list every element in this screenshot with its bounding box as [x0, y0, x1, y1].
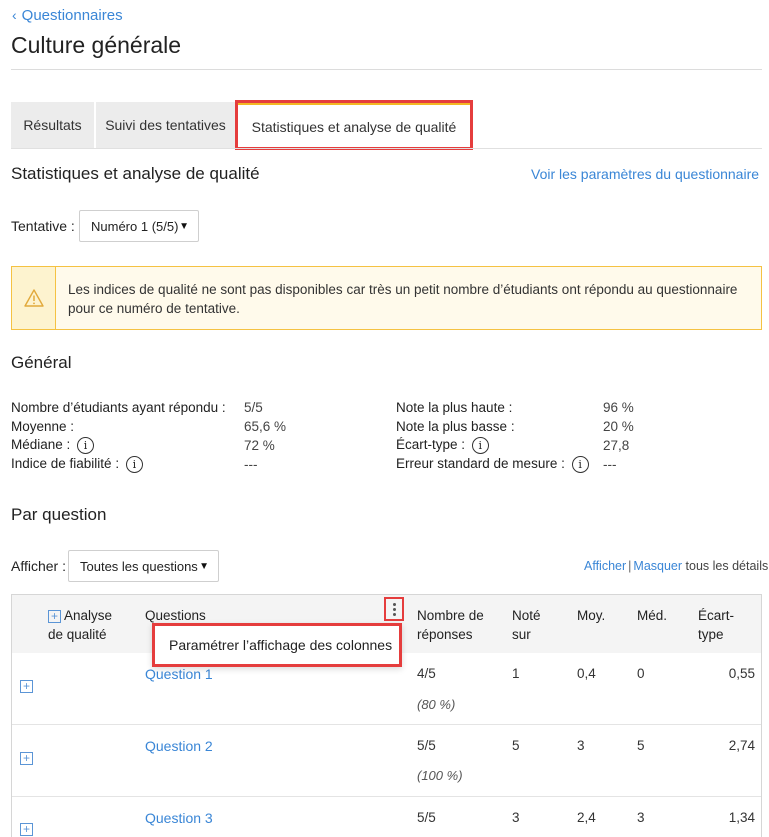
details-suffix: tous les détails [685, 559, 769, 573]
responses-cell: 5/5 [417, 810, 436, 825]
expand-all-icon[interactable]: + [48, 610, 61, 623]
col-scored-line1: Noté [512, 608, 541, 623]
info-icon[interactable]: i [125, 456, 143, 473]
details-toggle: Afficher | Masquer tous les détails [584, 559, 768, 573]
col-mean: Moy. [577, 608, 606, 623]
chevron-left-icon: ‹ [12, 7, 17, 23]
median-label: Médiane : [11, 437, 71, 453]
caret-down-icon: ▼ [179, 221, 189, 232]
show-all-details-link[interactable]: Afficher [584, 559, 626, 573]
sd-label: Écart-type : [396, 437, 466, 453]
stat-value-respondents: 5/5 [244, 400, 263, 415]
responses-pct: (100 %) [417, 768, 463, 783]
active-tab-highlight [235, 100, 473, 150]
sem-label: Erreur standard de mesure : [396, 456, 565, 472]
responses-pct: (80 %) [417, 697, 456, 712]
info-icon[interactable]: i [571, 456, 589, 473]
stat-label-sd: Écart-type : i [396, 437, 489, 454]
reliability-label: Indice de fiabilité : [11, 456, 120, 472]
mean-cell: 0,4 [577, 666, 596, 681]
median-cell: 0 [637, 666, 645, 681]
stat-label-respondents: Nombre d’étudiants ayant répondu : [11, 400, 226, 415]
col-scored-on: Noté sur [512, 606, 541, 644]
median-cell: 3 [637, 810, 645, 825]
stat-value-highest: 96 % [603, 400, 634, 415]
tab-results[interactable]: Résultats [11, 102, 94, 148]
expand-row-icon[interactable]: + [20, 823, 33, 836]
attempt-select[interactable]: Numéro 1 (5/5) ▼ [79, 210, 199, 242]
col-quality-line1: Analyse [64, 608, 113, 623]
stat-label-sem: Erreur standard de mesure : i [396, 456, 589, 473]
col-quality-analysis[interactable]: + Analyse de qualité [48, 606, 112, 644]
row-divider [12, 796, 761, 797]
mean-cell: 3 [577, 738, 585, 753]
configure-columns-menu-item[interactable]: Paramétrer l’affichage des colonnes [169, 637, 392, 653]
attempt-select-value: Numéro 1 (5/5) [91, 218, 179, 234]
attempt-label: Tentative : [11, 218, 75, 234]
back-to-questionnaires-link[interactable]: ‹ Questionnaires [12, 7, 123, 24]
col-responses-line2: réponses [417, 627, 473, 642]
warning-icon [23, 289, 44, 307]
stat-value-sd: 27,8 [603, 438, 630, 453]
header-divider [11, 69, 762, 70]
stat-label-lowest: Note la plus basse : [396, 419, 515, 434]
col-responses: Nombre de réponses [417, 606, 484, 644]
sd-cell: 0,55 [728, 666, 755, 681]
col-sd-line1: Écart- [698, 608, 735, 623]
show-filter-value: Toutes les questions [80, 558, 198, 574]
caret-down-icon: ▼ [199, 561, 209, 572]
col-sd-line2: type [698, 627, 724, 642]
details-separator: | [628, 559, 632, 573]
question-link[interactable]: Question 2 [145, 738, 213, 754]
page-title: Culture générale [11, 32, 182, 58]
stat-label-highest: Note la plus haute : [396, 400, 513, 415]
stat-label-mean: Moyenne : [11, 419, 75, 434]
stat-value-mean: 65,6 % [244, 419, 287, 434]
stat-label-reliability: Indice de fiabilité : i [11, 456, 143, 473]
stat-value-sem: --- [603, 457, 617, 472]
info-icon[interactable]: i [471, 437, 489, 454]
stat-label-median: Médiane : i [11, 437, 95, 454]
col-std-dev: Écart- type [698, 606, 734, 644]
mean-cell: 2,4 [577, 810, 596, 825]
alert-text: Les indices de qualité ne sont pas dispo… [68, 282, 738, 316]
tabs-divider [11, 148, 762, 149]
sd-cell: 2,74 [728, 738, 755, 753]
expand-row-icon[interactable]: + [20, 752, 33, 765]
col-responses-line1: Nombre de [417, 608, 484, 623]
per-question-title: Par question [11, 505, 107, 524]
col-median: Méd. [637, 608, 668, 623]
general-title: Général [11, 353, 72, 372]
stat-value-reliability: --- [244, 457, 258, 472]
view-settings-link[interactable]: Voir les paramètres du questionnaire [531, 166, 759, 182]
responses-cell: 5/5 [417, 738, 436, 753]
expand-row-icon[interactable]: + [20, 680, 33, 693]
stat-value-median: 72 % [244, 438, 275, 453]
back-link-label: Questionnaires [21, 7, 123, 24]
quality-unavailable-alert: Les indices de qualité ne sont pas dispo… [11, 266, 762, 330]
question-link[interactable]: Question 3 [145, 810, 213, 826]
question-link[interactable]: Question 1 [145, 666, 213, 682]
col-quality-line2: de qualité [48, 627, 107, 642]
scored-cell: 1 [512, 666, 520, 681]
info-icon[interactable]: i [77, 437, 95, 454]
tab-attempt-tracking[interactable]: Suivi des tentatives [96, 102, 235, 148]
scored-cell: 3 [512, 810, 520, 825]
section-title: Statistiques et analyse de qualité [11, 164, 260, 183]
responses-cell: 4/5 [417, 666, 436, 681]
row-divider [12, 724, 761, 725]
show-filter-label: Afficher : [11, 558, 66, 574]
scored-cell: 5 [512, 738, 520, 753]
hide-all-details-link[interactable]: Masquer [633, 559, 682, 573]
stat-value-lowest: 20 % [603, 419, 634, 434]
median-cell: 5 [637, 738, 645, 753]
show-filter-select[interactable]: Toutes les questions ▼ [68, 550, 219, 582]
col-scored-line2: sur [512, 627, 531, 642]
alert-icon-box [12, 267, 56, 329]
column-settings-menu: Paramétrer l’affichage des colonnes [152, 623, 402, 667]
sd-cell: 1,34 [728, 810, 755, 825]
column-options-kebab-icon[interactable] [384, 597, 404, 621]
